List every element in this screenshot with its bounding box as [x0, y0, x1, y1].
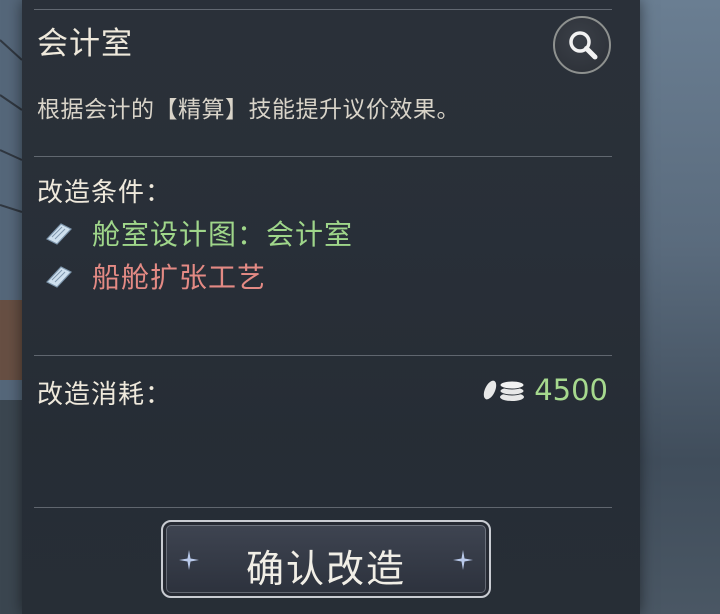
- blueprint-icon: [46, 266, 72, 288]
- requirement-text: 船舱扩张工艺: [92, 261, 267, 294]
- sparkle-icon: [453, 550, 473, 570]
- requirements-label: 改造条件：: [37, 178, 173, 208]
- cost-label: 改造消耗：: [37, 380, 173, 410]
- silver-coins-icon: [483, 380, 525, 401]
- divider: [34, 507, 612, 508]
- divider: [34, 156, 612, 157]
- confirm-button-label: 确认改造: [245, 547, 406, 591]
- confirm-button[interactable]: 确认改造: [161, 520, 491, 598]
- zoom-button[interactable]: [553, 16, 611, 74]
- magnifier-icon: [569, 31, 598, 60]
- divider: [34, 355, 612, 356]
- requirement-item: 船舱扩张工艺: [44, 259, 267, 294]
- cost-display: 4500: [478, 373, 608, 407]
- divider: [34, 9, 612, 10]
- blueprint-icon: [46, 223, 72, 245]
- requirement-item: 舱室设计图：会计室: [44, 216, 354, 251]
- room-info-panel: 会计室 根据会计的【精算】技能提升议价效果。 改造条件： 舱室设计图：会计室 船…: [22, 0, 640, 614]
- cost-value: 4500: [534, 373, 608, 407]
- room-title: 会计室: [37, 26, 133, 62]
- room-description: 根据会计的【精算】技能提升议价效果。: [37, 97, 460, 123]
- requirement-text: 舱室设计图：会计室: [92, 218, 354, 251]
